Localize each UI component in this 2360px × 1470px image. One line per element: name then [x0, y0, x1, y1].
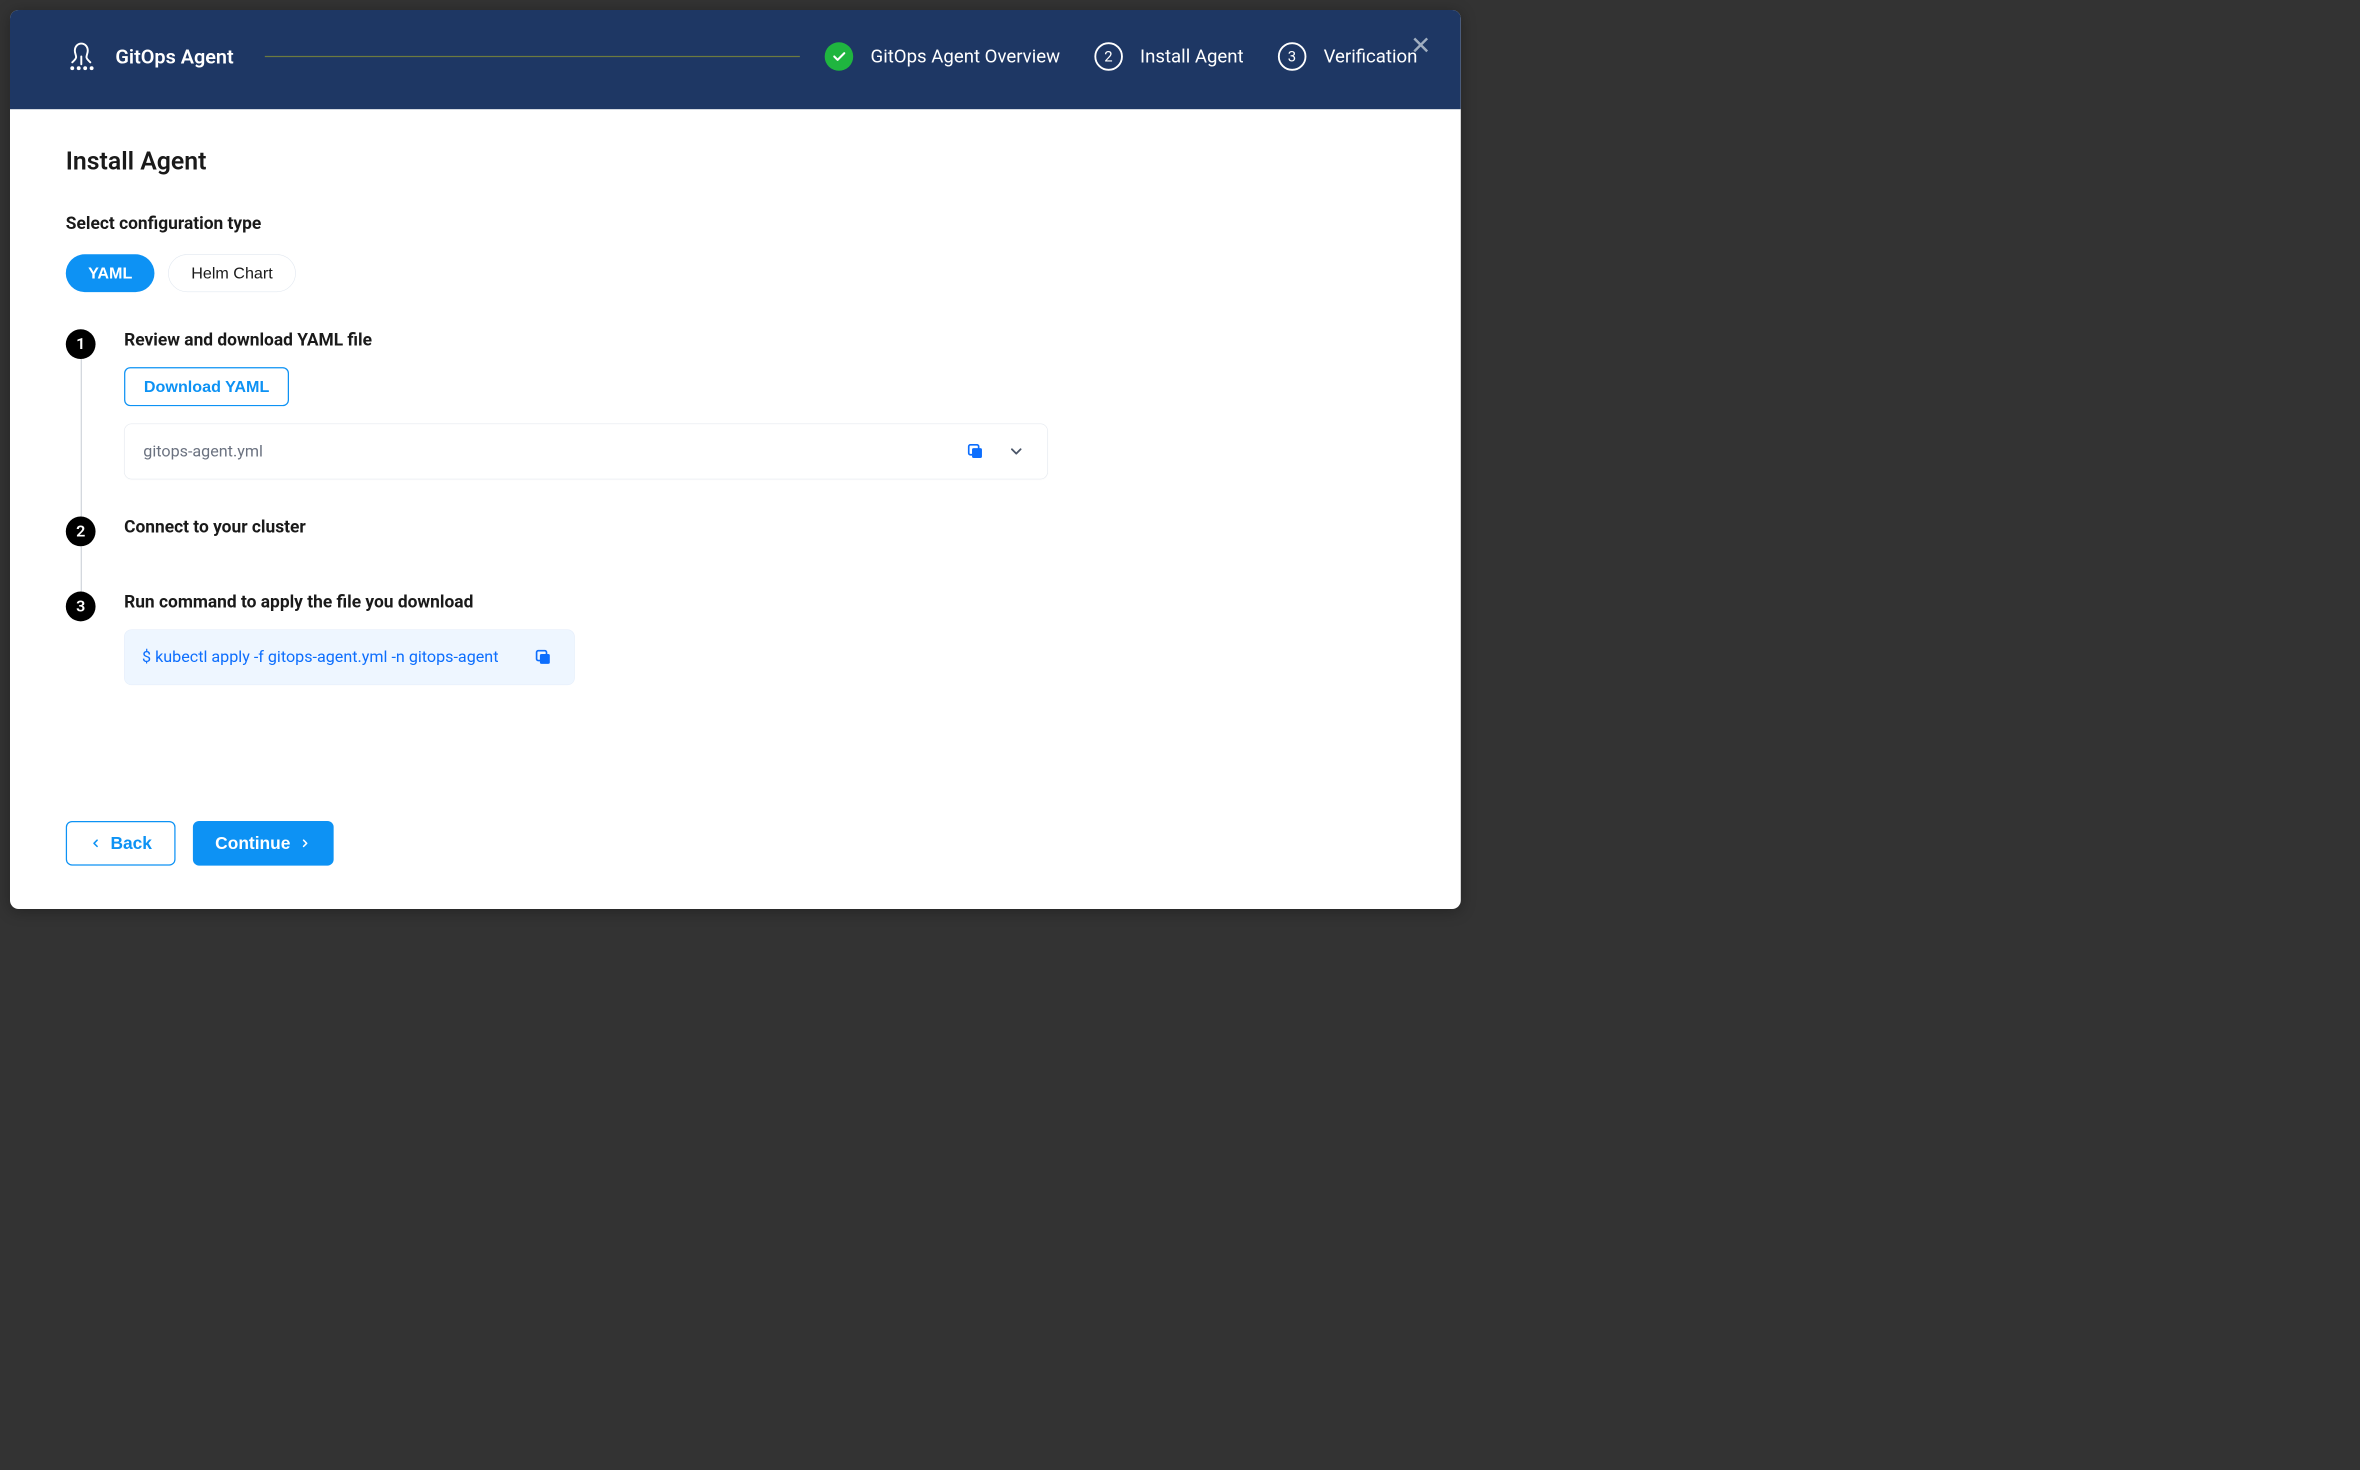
- copy-icon: [533, 647, 553, 667]
- install-step-1: 1 Review and download YAML file Download…: [66, 329, 1405, 516]
- command-box: $ kubectl apply -f gitops-agent.yml -n g…: [124, 629, 575, 685]
- step-badge: 3: [66, 592, 96, 622]
- step-badge: 2: [66, 517, 96, 547]
- pill-yaml[interactable]: YAML: [66, 254, 155, 292]
- copy-filename-button[interactable]: [962, 438, 989, 465]
- header-logo: GitOps Agent: [66, 41, 234, 72]
- step-label: GitOps Agent Overview: [871, 46, 1061, 68]
- back-button[interactable]: Back: [66, 821, 176, 866]
- expand-file-button[interactable]: [1004, 439, 1029, 464]
- close-button[interactable]: ✕: [1410, 34, 1431, 59]
- copy-command-button[interactable]: [529, 644, 556, 671]
- back-label: Back: [110, 833, 152, 853]
- install-step-3: 3 Run command to apply the file you down…: [66, 592, 1405, 686]
- step-badge: 1: [66, 329, 96, 359]
- check-icon: [825, 42, 854, 71]
- command-text: $ kubectl apply -f gitops-agent.yml -n g…: [142, 648, 498, 667]
- pill-helm-chart[interactable]: Helm Chart: [168, 254, 295, 292]
- step-number: 3: [1278, 42, 1307, 71]
- continue-button[interactable]: Continue: [193, 821, 334, 866]
- connector-line: [81, 359, 82, 516]
- step-title: Connect to your cluster: [124, 517, 1405, 537]
- header-title: GitOps Agent: [115, 45, 233, 69]
- modal-content: Install Agent Select configuration type …: [10, 109, 1461, 821]
- copy-icon: [965, 442, 985, 462]
- install-agent-modal: GitOps Agent GitOps Agent Overview 2 Ins…: [10, 10, 1461, 909]
- wizard-steps: GitOps Agent Overview 2 Install Agent 3 …: [825, 42, 1418, 71]
- continue-label: Continue: [215, 833, 290, 853]
- step-number: 2: [1094, 42, 1123, 71]
- step-verification[interactable]: 3 Verification: [1278, 42, 1418, 71]
- install-step-2: 2 Connect to your cluster: [66, 517, 1405, 592]
- chevron-right-icon: [299, 837, 311, 849]
- octopus-icon: [66, 41, 97, 72]
- step-label: Install Agent: [1140, 46, 1244, 68]
- download-yaml-button[interactable]: Download YAML: [124, 367, 289, 406]
- chevron-down-icon: [1008, 443, 1025, 460]
- config-type-label: Select configuration type: [66, 213, 1405, 233]
- step-install[interactable]: 2 Install Agent: [1094, 42, 1243, 71]
- yaml-file-row[interactable]: gitops-agent.yml: [124, 424, 1048, 480]
- connector-line: [81, 546, 82, 591]
- stepper-progress-line: [265, 56, 800, 57]
- wizard-header: GitOps Agent GitOps Agent Overview 2 Ins…: [10, 10, 1461, 109]
- modal-footer: Back Continue: [10, 821, 1461, 909]
- install-steps-list: 1 Review and download YAML file Download…: [66, 329, 1405, 685]
- step-label: Verification: [1324, 46, 1418, 68]
- step-overview[interactable]: GitOps Agent Overview: [825, 42, 1060, 71]
- page-title: Install Agent: [66, 146, 1405, 175]
- step-title: Review and download YAML file: [124, 329, 1405, 349]
- step-title: Run command to apply the file you downlo…: [124, 592, 1405, 612]
- file-name: gitops-agent.yml: [143, 442, 947, 461]
- chevron-left-icon: [89, 837, 101, 849]
- config-type-toggle: YAML Helm Chart: [66, 254, 1405, 292]
- close-icon: ✕: [1410, 32, 1431, 59]
